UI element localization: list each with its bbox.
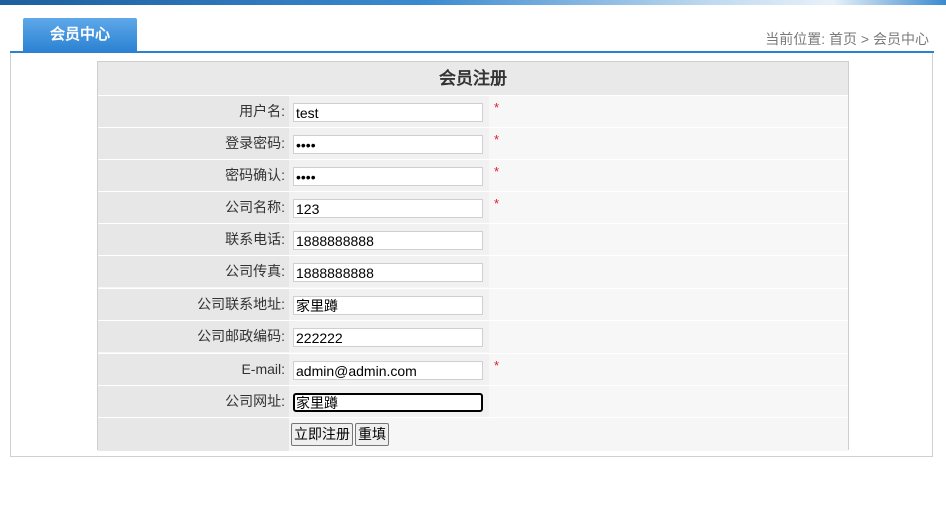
field-row-fax: 公司传真: (98, 255, 848, 287)
field-label: 联系电话: (98, 224, 289, 255)
field-label: 公司联系地址: (98, 289, 289, 320)
password-input[interactable] (293, 135, 483, 154)
required-marker: * (494, 358, 500, 373)
postcode-input[interactable] (293, 328, 483, 347)
required-marker: * (494, 100, 500, 115)
tab-member-center[interactable]: 会员中心 (23, 18, 137, 52)
website-input[interactable] (293, 393, 483, 412)
username-input[interactable] (293, 103, 483, 122)
top-gradient-bar (0, 0, 946, 5)
field-label: 用户名: (98, 96, 289, 127)
password-confirm-input[interactable] (293, 167, 483, 186)
company-name-input[interactable] (293, 199, 483, 218)
email-input[interactable] (293, 361, 483, 380)
field-row-address: 公司联系地址: (98, 288, 848, 320)
field-row-password: 登录密码: * (98, 127, 848, 159)
required-marker: * (494, 196, 500, 211)
phone-input[interactable] (293, 231, 483, 250)
field-row-username: 用户名: * (98, 95, 848, 127)
field-row-password-confirm: 密码确认: * (98, 159, 848, 191)
fax-input[interactable] (293, 263, 483, 282)
required-marker: * (494, 132, 500, 147)
required-marker: * (494, 164, 500, 179)
register-form: 会员注册 用户名: * 登录密码: * 密码确认: * 公司名称: * 联系电话… (97, 61, 849, 451)
field-label: 登录密码: (98, 128, 289, 159)
field-row-website: 公司网址: (98, 385, 848, 417)
field-row-phone: 联系电话: (98, 223, 848, 255)
field-label: 公司网址: (98, 386, 289, 417)
field-label: E-mail: (98, 354, 289, 385)
field-row-postcode: 公司邮政编码: (98, 320, 848, 352)
reset-button[interactable]: 重填 (355, 423, 389, 446)
breadcrumb: 当前位置: 首页 > 会员中心 (765, 31, 929, 47)
field-label: 密码确认: (98, 160, 289, 191)
submit-register-button[interactable]: 立即注册 (291, 423, 353, 446)
form-actions: 立即注册 重填 (98, 417, 848, 451)
field-label: 公司传真: (98, 256, 289, 287)
field-row-company-name: 公司名称: * (98, 191, 848, 223)
field-label: 公司名称: (98, 192, 289, 223)
field-label: 公司邮政编码: (98, 321, 289, 352)
address-input[interactable] (293, 296, 483, 315)
form-title: 会员注册 (98, 62, 848, 95)
field-row-email: E-mail: * (98, 353, 848, 385)
